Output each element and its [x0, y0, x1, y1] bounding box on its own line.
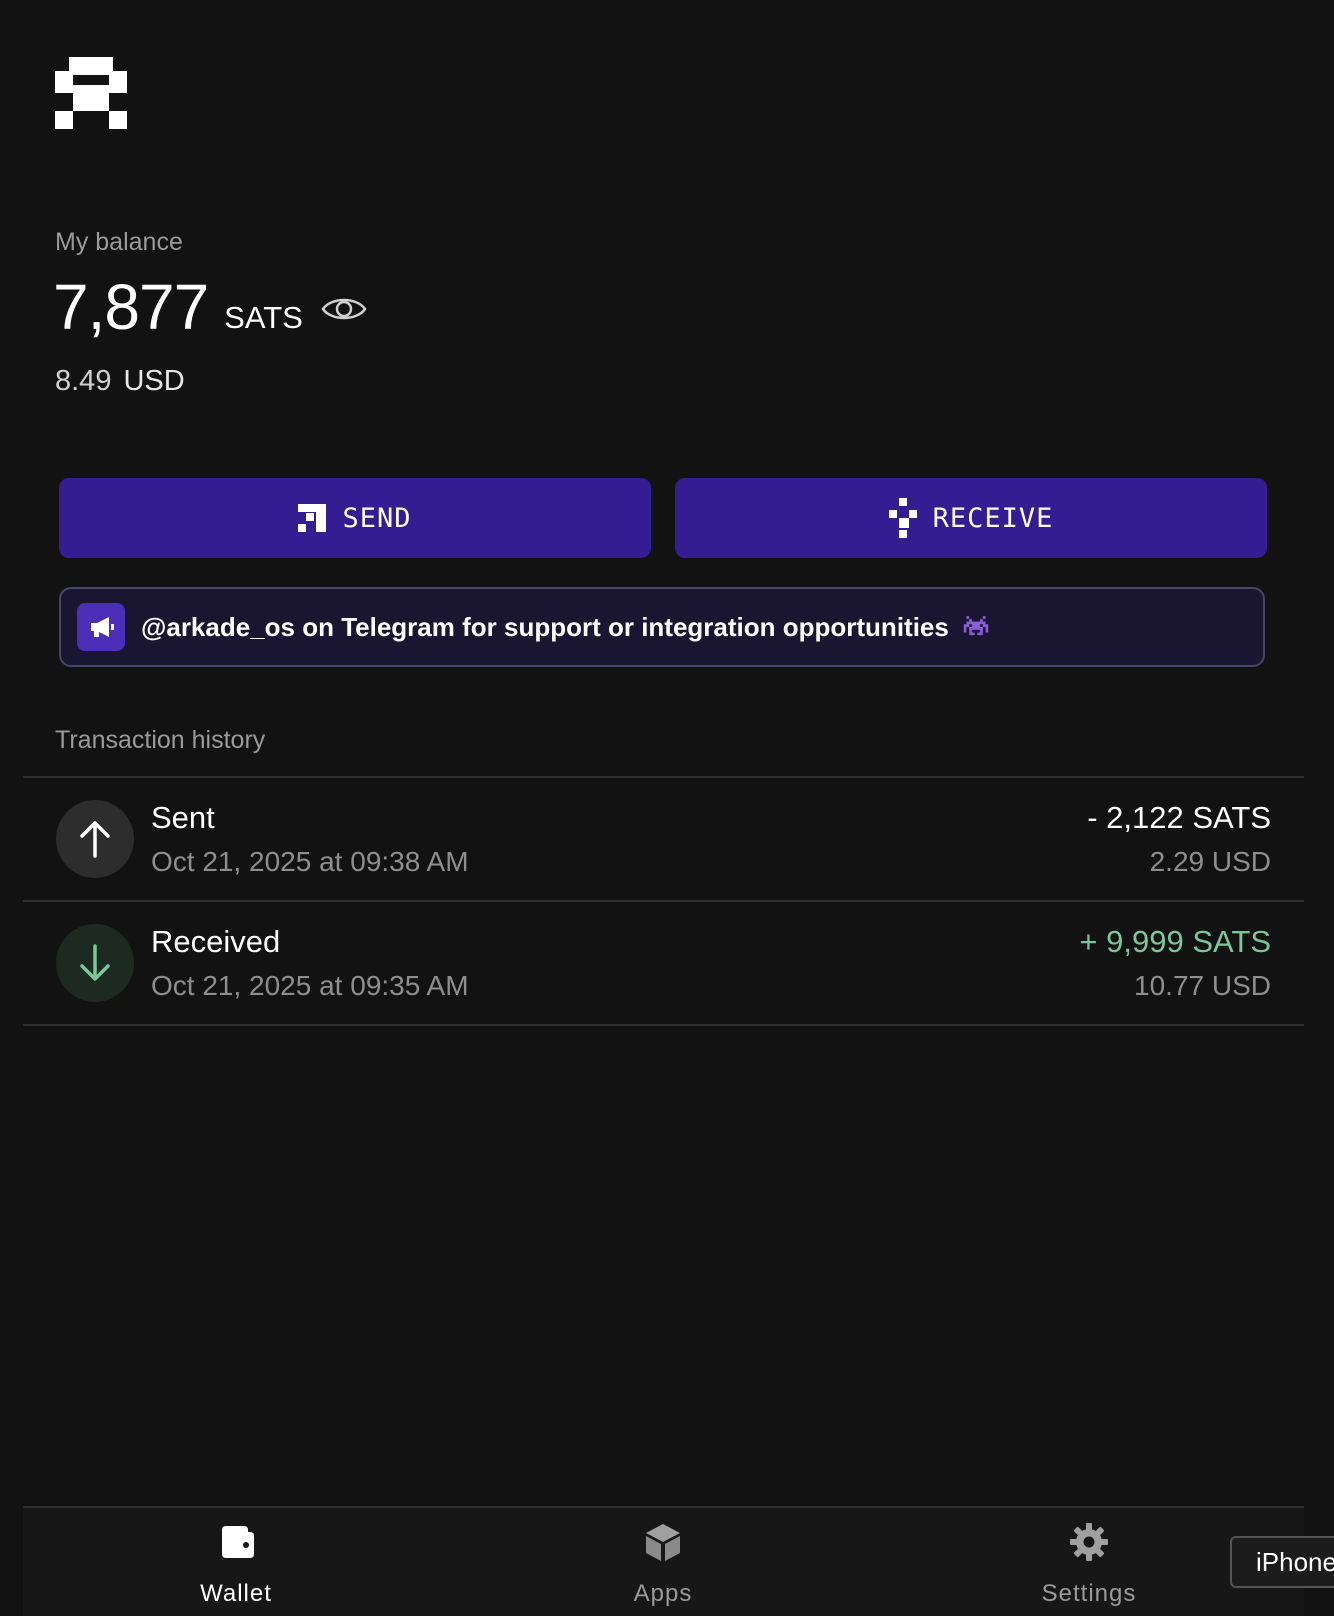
nav-item-wallet[interactable]: Wallet	[136, 1508, 336, 1616]
eye-icon[interactable]	[321, 293, 367, 325]
balance-amount: 7,877	[53, 271, 209, 343]
fiat-amount: 8.49	[55, 365, 112, 397]
receive-icon	[888, 498, 917, 538]
nav-item-settings[interactable]: Settings	[989, 1508, 1189, 1616]
nav-item-apps[interactable]: Apps	[563, 1508, 763, 1616]
fiat-unit: USD	[123, 365, 185, 397]
cube-icon	[646, 1524, 680, 1561]
announcement-banner[interactable]: @arkade_os on Telegram for support or in…	[59, 587, 1265, 667]
send-button-label: SEND	[342, 502, 412, 534]
transaction-history-label: Transaction history	[55, 726, 266, 754]
receive-button[interactable]: RECEIVE	[675, 478, 1267, 558]
transaction-title: Sent	[151, 800, 215, 835]
nav-label-apps: Apps	[633, 1580, 693, 1607]
send-icon	[298, 504, 327, 532]
transaction-title: Received	[151, 924, 281, 959]
arkade-logo-icon	[55, 57, 127, 129]
transaction-fiat: 2.29 USD	[1149, 846, 1271, 877]
bottom-nav: Wallet Apps Settings	[23, 1506, 1304, 1616]
balance-unit: SATS	[224, 300, 303, 335]
arrow-up-icon	[56, 800, 134, 878]
transaction-amount: + 9,999 SATS	[1079, 924, 1271, 959]
transaction-fiat: 10.77 USD	[1134, 970, 1271, 1001]
transaction-row-received[interactable]: Received Oct 21, 2025 at 09:35 AM + 9,99…	[23, 902, 1304, 1026]
arrow-down-icon	[56, 924, 134, 1002]
receive-button-label: RECEIVE	[932, 502, 1054, 534]
fiat-balance: 8.49 USD	[55, 365, 185, 398]
alien-monster-icon	[963, 616, 989, 636]
nav-label-wallet: Wallet	[200, 1580, 272, 1607]
send-button[interactable]: SEND	[59, 478, 651, 558]
transaction-list: Sent Oct 21, 2025 at 09:38 AM - 2,122 SA…	[23, 776, 1304, 1026]
transaction-amount: - 2,122 SATS	[1087, 800, 1271, 835]
balance-label: My balance	[55, 228, 183, 256]
balance-row: 7,877 SATS	[53, 275, 367, 339]
announcement-text: @arkade_os on Telegram for support or in…	[141, 611, 949, 642]
transaction-row-sent[interactable]: Sent Oct 21, 2025 at 09:38 AM - 2,122 SA…	[23, 778, 1304, 902]
wallet-icon	[222, 1526, 254, 1558]
gear-icon	[1070, 1523, 1108, 1561]
nav-label-settings: Settings	[1041, 1580, 1137, 1607]
device-chip[interactable]: iPhone	[1230, 1536, 1334, 1588]
transaction-date: Oct 21, 2025 at 09:35 AM	[151, 970, 469, 1001]
megaphone-icon	[77, 603, 125, 651]
transaction-date: Oct 21, 2025 at 09:38 AM	[151, 846, 469, 877]
